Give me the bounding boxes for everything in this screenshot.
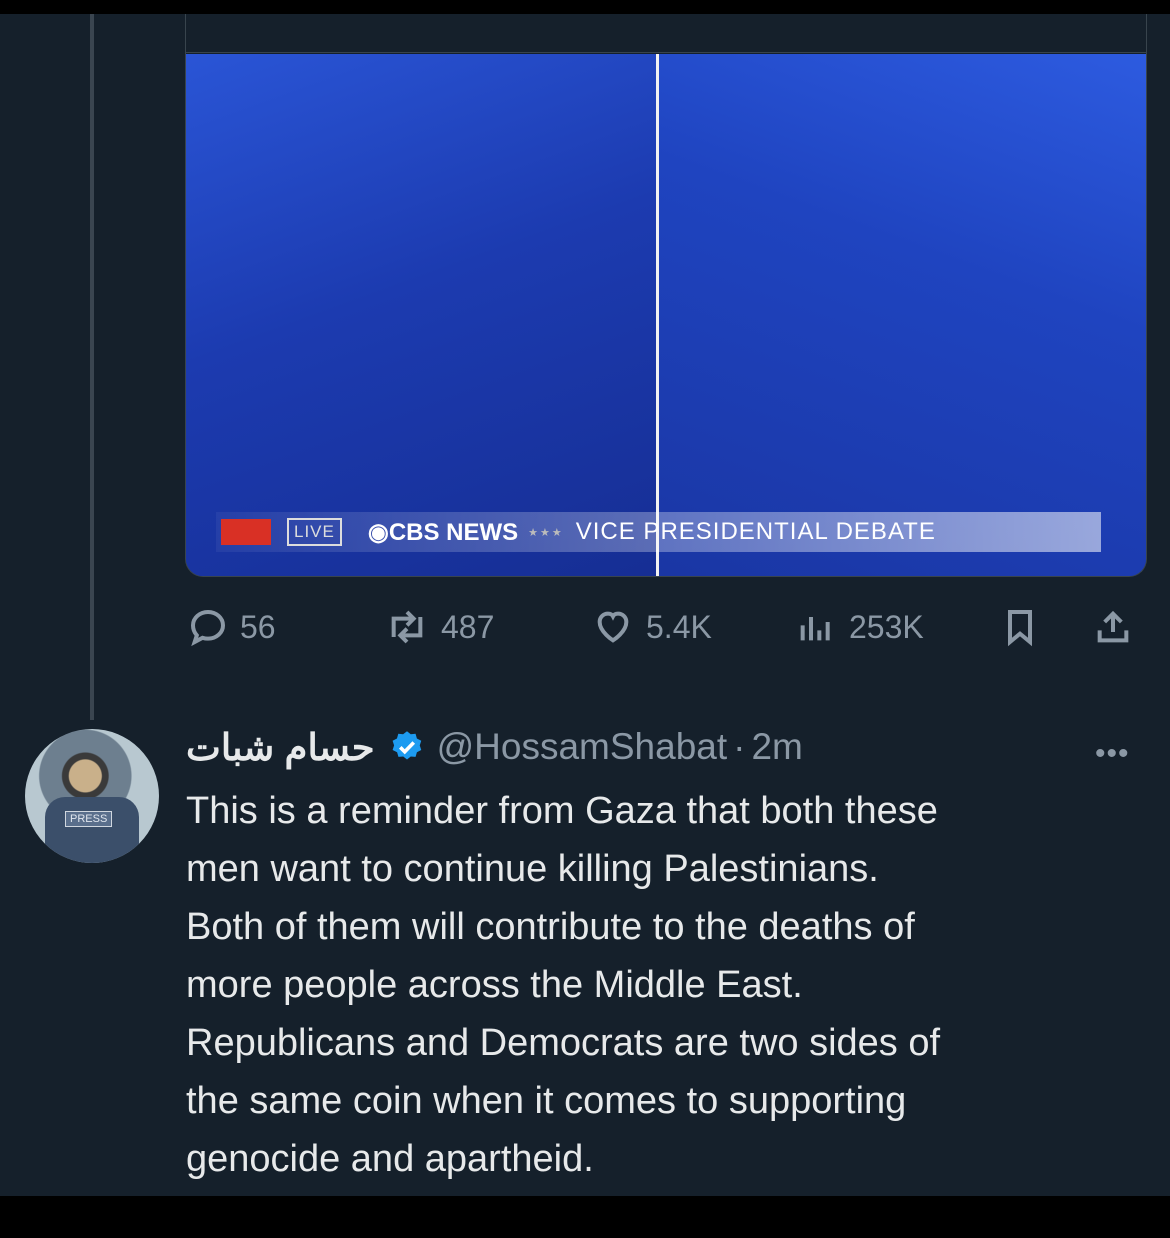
meta-separator: ·: [733, 726, 746, 767]
reply-count: 56: [240, 608, 276, 645]
retweet-count: 487: [441, 608, 495, 645]
avatar-vest: [45, 797, 139, 863]
reply-icon: [190, 609, 226, 647]
like-count: 5.4K: [646, 608, 712, 645]
avatar-press-badge: PRESS: [65, 811, 113, 827]
left-speaker-panel: [186, 54, 656, 576]
share-action[interactable]: [1093, 603, 1133, 651]
media-top-edge: [186, 14, 1146, 53]
retweet-action[interactable]: 487: [385, 603, 494, 651]
debate-image[interactable]: LIVE ◉CBS NEWS ★★★ VICE PRESIDENTIAL DEB…: [186, 54, 1146, 576]
banner-title: VICE PRESIDENTIAL DEBATE: [575, 518, 936, 545]
network-name: CBS NEWS: [388, 518, 519, 546]
views-chart-icon: [800, 617, 830, 641]
banner-stars: ★★★: [528, 526, 564, 539]
tweet-text: This is a reminder from Gaza that both t…: [186, 790, 941, 1180]
reply-header: حسام شبات @HossamShabat · 2m: [186, 724, 803, 770]
right-speaker-panel: [659, 54, 1146, 576]
red-accent-bar: [221, 519, 271, 545]
heart-icon: [597, 611, 629, 643]
live-badge: LIVE: [287, 518, 342, 546]
user-handle[interactable]: @HossamShabat: [437, 726, 728, 768]
thread-connector-line: [90, 14, 94, 720]
verified-badge-icon: [392, 731, 421, 760]
lower-third-banner: LIVE ◉CBS NEWS ★★★ VICE PRESIDENTIAL DEB…: [221, 514, 1101, 550]
retweet-icon: [391, 610, 423, 644]
reply-action[interactable]: 56: [188, 603, 276, 651]
timestamp[interactable]: 2m: [751, 726, 802, 768]
share-icon: [1097, 610, 1129, 643]
like-action[interactable]: 5.4K: [592, 603, 712, 651]
bookmark-icon: [1008, 610, 1032, 647]
network-logo: ◉CBS NEWS: [367, 518, 519, 546]
avatar[interactable]: PRESS: [25, 729, 159, 863]
views-count: 253K: [849, 608, 924, 645]
more-options-icon[interactable]: •••: [1095, 737, 1130, 771]
bookmark-action[interactable]: [1000, 603, 1040, 651]
tweet-actions-bar: 56 487 5.4K 253K: [185, 603, 1145, 651]
views-action[interactable]: 253K: [795, 603, 924, 651]
display-name[interactable]: حسام شبات: [186, 726, 375, 769]
tweet-media[interactable]: LIVE ◉CBS NEWS ★★★ VICE PRESIDENTIAL DEB…: [185, 14, 1147, 577]
